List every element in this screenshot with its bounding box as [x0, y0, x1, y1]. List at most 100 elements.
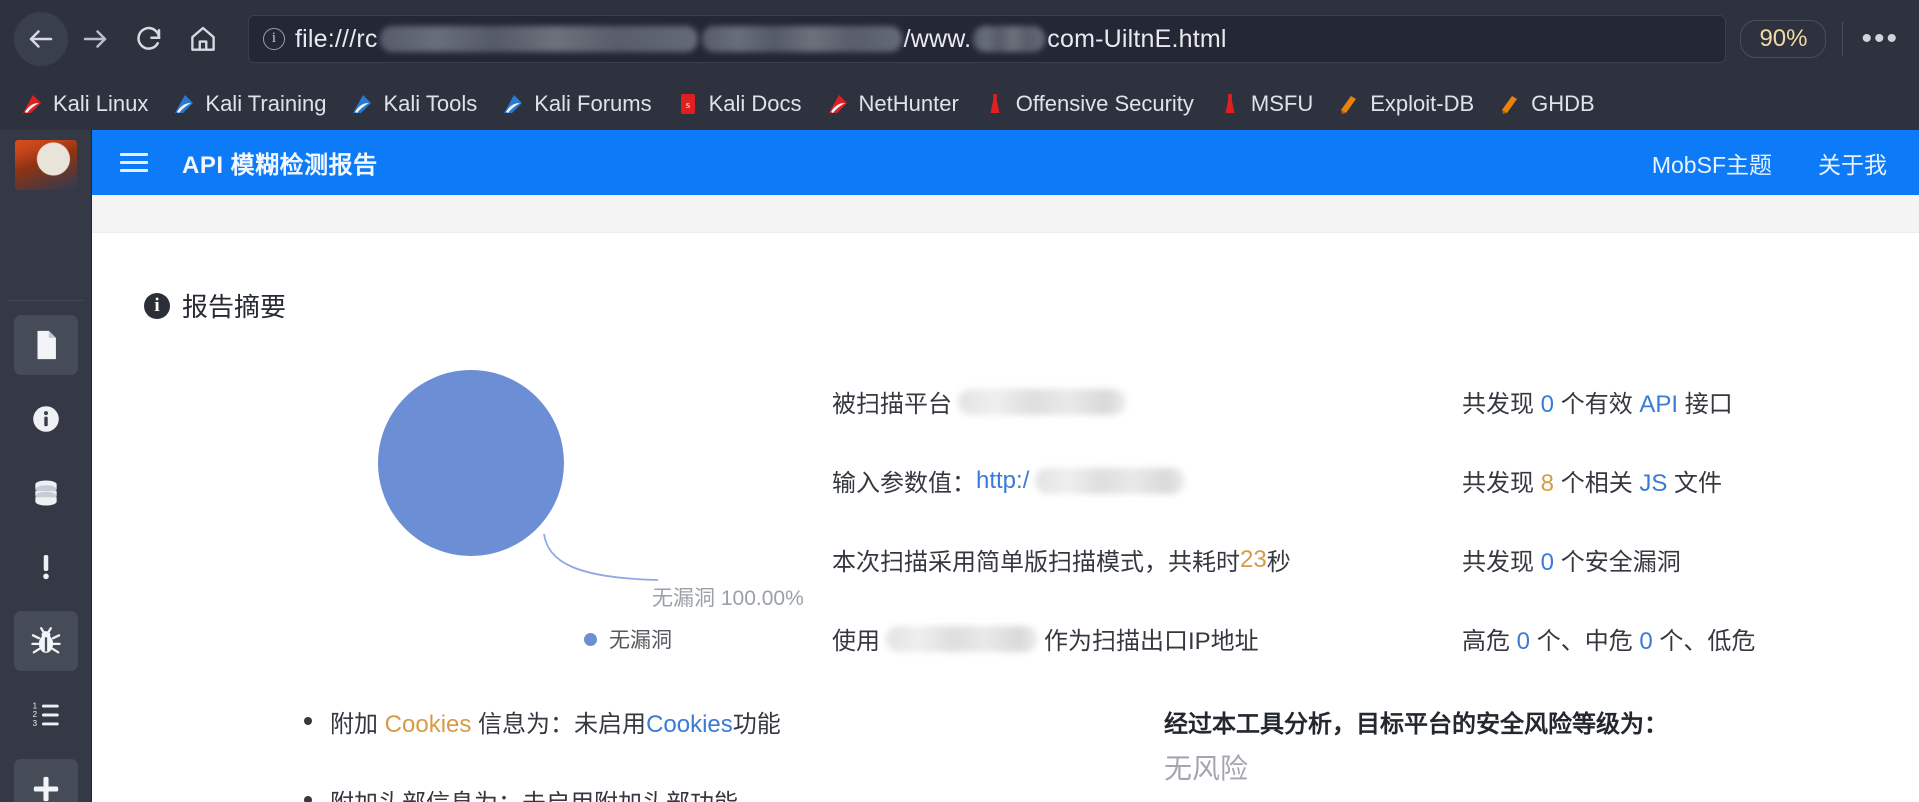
offsec-icon: [1218, 92, 1242, 116]
bookmark-kali-docs[interactable]: s Kali Docs: [666, 87, 812, 121]
api-count-value: 0: [1541, 391, 1554, 418]
exit-ip-redacted-value: [886, 626, 1038, 652]
bookmark-label: NetHunter: [859, 91, 959, 117]
input-parameter-label: 输入参数值：: [832, 463, 976, 498]
url-redacted-segment-2: [702, 26, 902, 52]
chart-column: 无漏洞 100.00% 无漏洞: [132, 352, 832, 700]
bookmark-nethunter[interactable]: NetHunter: [816, 87, 969, 121]
medium-risk-value: 0: [1639, 628, 1652, 655]
api-count-line: 共发现 0 个有效 API 接口: [1462, 384, 1879, 419]
bug-icon: [29, 624, 63, 658]
dock-item-add[interactable]: [14, 759, 78, 802]
section-title: 报告摘要: [182, 287, 286, 324]
bookmark-kali-tools[interactable]: Kali Tools: [340, 87, 487, 121]
svg-text:1: 1: [32, 701, 37, 710]
dock-item-database[interactable]: [14, 463, 78, 523]
zoom-level-indicator[interactable]: 90%: [1740, 20, 1826, 58]
dock-item-document[interactable]: [14, 315, 78, 375]
bookmark-label: Kali Docs: [709, 91, 802, 117]
url-suffix: com-UiltnE.html: [1047, 25, 1226, 54]
list-item: 附加头部信息为：未启用附加头部功能: [302, 783, 1154, 802]
js-count-mid: 个相关: [1554, 470, 1639, 497]
bookmark-label: GHDB: [1531, 91, 1595, 117]
bookmark-label: Kali Forums: [534, 91, 651, 117]
chart-legend[interactable]: 无漏洞: [584, 624, 672, 654]
back-button[interactable]: [14, 12, 68, 66]
numbered-list-icon: 123: [30, 699, 62, 731]
input-parameter-url-prefix: http:/: [976, 467, 1029, 495]
input-parameter-line: 输入参数值： http:/: [832, 463, 1452, 498]
app-header: API 模糊检测报告 MobSF主题 关于我: [92, 130, 1919, 195]
info-icon: i: [144, 293, 170, 319]
vulnerability-count-line: 共发现 0 个安全漏洞: [1462, 542, 1879, 577]
forward-button[interactable]: [68, 12, 122, 66]
kali-docs-icon: s: [676, 92, 700, 116]
bookmark-label: Kali Linux: [53, 91, 148, 117]
offsec-icon: [983, 92, 1007, 116]
settings-bullet-list: 附加 Cookies 信息为：未启用Cookies功能 附加头部信息为：未启用附…: [144, 704, 1154, 802]
bookmark-msfu[interactable]: MSFU: [1208, 87, 1323, 121]
js-count-suffix: 文件: [1667, 470, 1722, 497]
cookies-prefix: 附加: [330, 711, 385, 738]
bookmark-kali-training[interactable]: Kali Training: [162, 87, 336, 121]
bookmark-label: Kali Training: [205, 91, 326, 117]
home-button[interactable]: [176, 12, 230, 66]
avatar[interactable]: [15, 140, 77, 190]
url-redacted-segment-1: [380, 26, 698, 52]
bookmark-kali-linux[interactable]: Kali Linux: [10, 87, 158, 121]
stats-column: 共发现 0 个有效 API 接口 共发现 8 个相关 JS 文件 共发现 0 个…: [1452, 352, 1879, 700]
nethunter-icon: [826, 92, 850, 116]
vuln-count-suffix: 个安全漏洞: [1554, 549, 1681, 576]
scan-mode-text: 本次扫描采用简单版扫描模式，共耗时: [832, 542, 1240, 577]
svg-text:s: s: [685, 99, 689, 111]
dock-item-info[interactable]: [14, 389, 78, 449]
low-risk-label: 个、低危: [1653, 628, 1756, 655]
headers-text: 附加头部信息为：未启用附加头部功能: [330, 790, 738, 802]
info-icon: [30, 403, 62, 435]
legend-label: 无漏洞: [609, 624, 672, 654]
summary-card: i 报告摘要 无漏洞 100.00%: [92, 233, 1919, 802]
vuln-count-value: 0: [1541, 549, 1554, 576]
js-file-count-line: 共发现 8 个相关 JS 文件: [1462, 463, 1879, 498]
browser-menu-button[interactable]: •••: [1861, 22, 1905, 56]
bookmark-label: Kali Tools: [383, 91, 477, 117]
bookmark-ghdb[interactable]: GHDB: [1488, 87, 1605, 121]
scanned-platform-line: 被扫描平台: [832, 384, 1452, 419]
menu-toggle-icon[interactable]: [120, 153, 148, 173]
reload-button[interactable]: [122, 12, 176, 66]
nav-link-about[interactable]: 关于我: [1818, 146, 1887, 180]
bookmark-kali-forums[interactable]: Kali Forums: [491, 87, 661, 121]
kali-dragon-icon: [350, 92, 374, 116]
cookies-term: Cookies: [385, 711, 472, 738]
site-info-icon[interactable]: i: [263, 28, 285, 50]
address-bar[interactable]: i file:///rc /www. com-UiltnE.html: [248, 15, 1726, 63]
plus-icon: [29, 772, 63, 802]
kali-dragon-icon: [501, 92, 525, 116]
report-body: i 报告摘要 无漏洞 100.00%: [92, 233, 1919, 802]
exit-ip-line: 使用 作为扫描出口IP地址: [832, 621, 1452, 656]
risk-heading: 经过本工具分析，目标平台的安全风险等级为：: [1164, 704, 1879, 739]
desktop-dock: 123: [0, 130, 92, 802]
status-badge: 无风险: [1164, 747, 1879, 787]
bookmarks-bar: Kali Linux Kali Training Kali Tools: [0, 78, 1919, 130]
high-risk-label: 高危: [1462, 628, 1517, 655]
summary-columns: 无漏洞 100.00% 无漏洞 被扫描平台: [132, 352, 1879, 700]
bookmark-offensive-security[interactable]: Offensive Security: [973, 87, 1204, 121]
vulnerability-pie-chart[interactable]: 无漏洞 100.00% 无漏洞: [132, 352, 832, 632]
api-count-term: API: [1639, 391, 1678, 418]
dock-item-numbered-list[interactable]: 123: [14, 685, 78, 745]
cookies-mid: 信息为：未启用: [471, 711, 646, 738]
scanned-platform-redacted-value: [958, 389, 1126, 415]
dock-item-bug[interactable]: [14, 611, 78, 671]
scan-duration-unit: 秒: [1267, 542, 1291, 577]
cookies-suffix: 功能: [733, 711, 781, 738]
pie-slice-no-vulnerability[interactable]: [378, 370, 564, 556]
web-page: API 模糊检测报告 MobSF主题 关于我 i 报告摘要: [92, 130, 1919, 802]
bookmark-label: Offensive Security: [1016, 91, 1194, 117]
exclamation-icon: [30, 551, 62, 583]
dock-item-alert[interactable]: [14, 537, 78, 597]
nav-link-theme[interactable]: MobSF主题: [1652, 146, 1772, 180]
scan-info-column: 被扫描平台 输入参数值： http:/ 本次扫描采用简单版扫描模式，共耗时 23…: [832, 352, 1452, 700]
bookmark-exploit-db[interactable]: Exploit-DB: [1327, 87, 1484, 121]
input-parameter-redacted-value: [1035, 468, 1185, 494]
